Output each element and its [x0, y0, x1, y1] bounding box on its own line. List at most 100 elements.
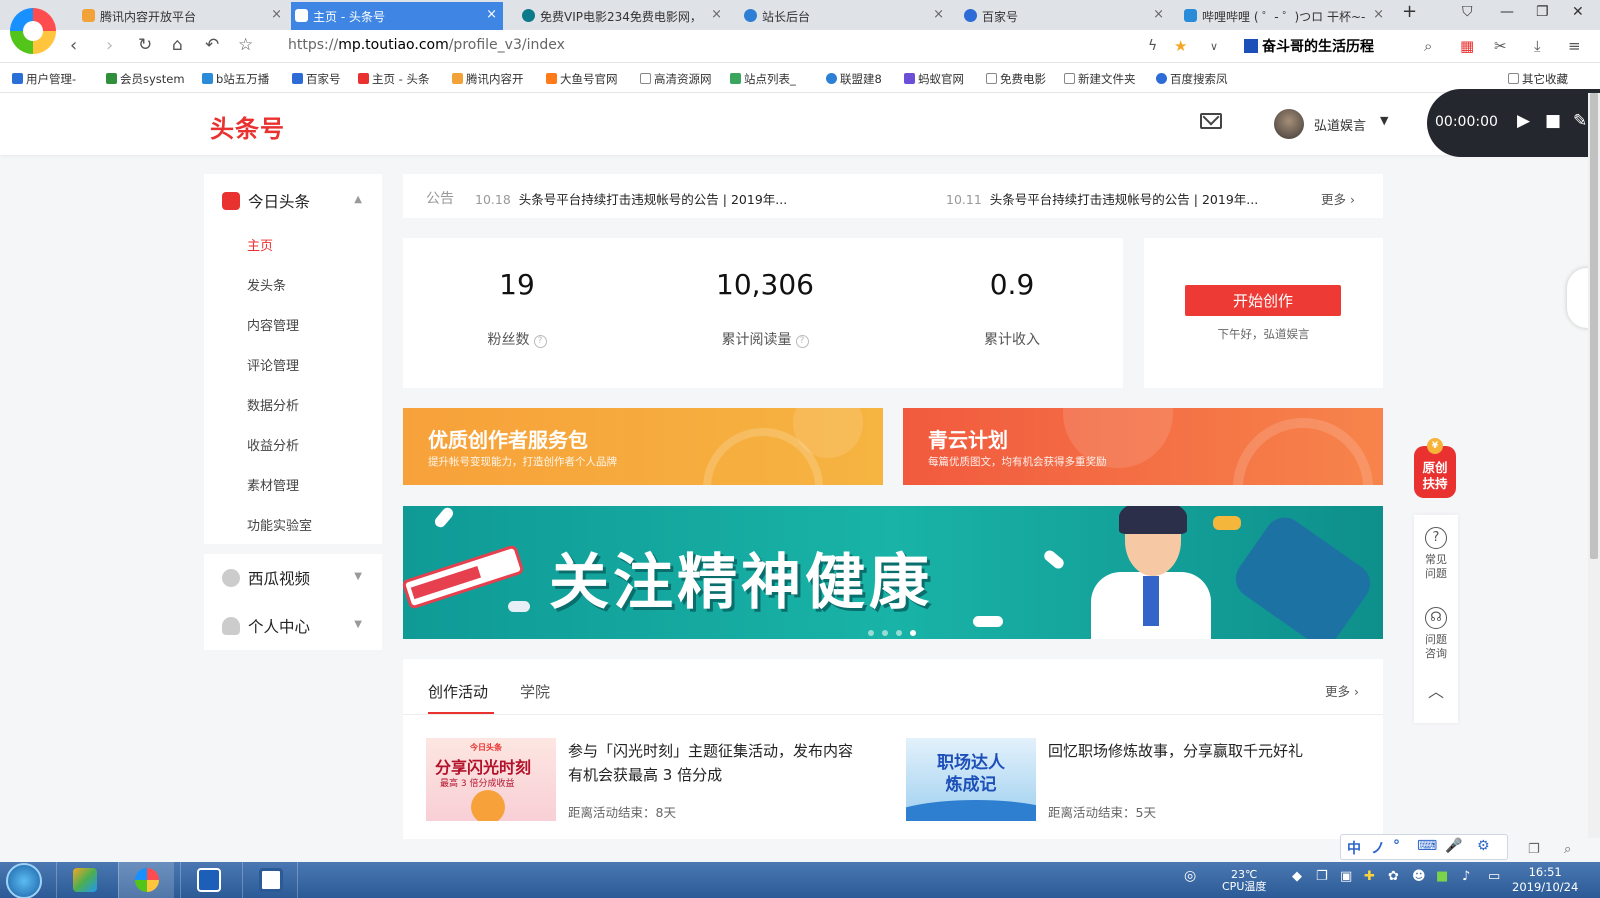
network-icon[interactable]: ◎: [1184, 869, 1196, 883]
sidebar-section-toutiao[interactable]: 今日头条: [222, 190, 310, 212]
download-icon[interactable]: ⤓: [1534, 37, 1541, 55]
bookmark-item[interactable]: b站五万播: [202, 71, 269, 87]
volume-icon[interactable]: ♪: [1462, 870, 1470, 883]
lightning-icon[interactable]: ϟ: [1148, 38, 1157, 54]
tray-app-icon[interactable]: ✚: [1364, 870, 1375, 883]
bookmark-item[interactable]: 联盟建8: [826, 71, 882, 87]
carousel-dot-active[interactable]: [910, 630, 916, 636]
chevron-down-icon[interactable]: ∨: [1210, 40, 1218, 53]
caret-down-icon[interactable]: ▼: [354, 619, 362, 630]
start-create-button[interactable]: 开始创作: [1185, 285, 1341, 316]
carousel-dot[interactable]: [882, 630, 888, 636]
restore-icon[interactable]: ❐: [1536, 4, 1549, 20]
activity-thumbnail[interactable]: 今日头条 分享闪光时刻 最高 3 倍分成收益: [426, 738, 556, 821]
nvidia-icon[interactable]: ■: [1436, 870, 1448, 883]
close-icon[interactable]: ×: [486, 7, 497, 22]
back-icon[interactable]: ‹: [70, 35, 77, 56]
close-icon[interactable]: ×: [711, 7, 722, 22]
url-field[interactable]: https://mp.toutiao.com/profile_v3/index: [288, 37, 565, 53]
settings-gear-icon[interactable]: ⚙: [1477, 838, 1490, 854]
tab-academy[interactable]: 学院: [520, 681, 550, 702]
tab-movie[interactable]: 免费VIP电影234免费电影网， ×: [518, 2, 728, 30]
tab-webmaster[interactable]: 站长后台 ×: [740, 2, 950, 30]
scissors-icon[interactable]: ✂: [1494, 37, 1507, 55]
ime-width-button[interactable]: °: [1393, 838, 1400, 854]
system-clock[interactable]: 16:51 2019/10/24: [1512, 865, 1578, 895]
activity-thumbnail[interactable]: 职场达人炼成记: [906, 738, 1036, 821]
qq-icon[interactable]: ☻: [1412, 870, 1426, 883]
sidebar-item-post[interactable]: 发头条: [247, 275, 286, 294]
caret-up-icon[interactable]: ▲: [354, 194, 362, 205]
sidebar-item-lab[interactable]: 功能实验室: [247, 515, 312, 534]
avatar[interactable]: [1274, 109, 1304, 139]
play-icon[interactable]: ▶: [1517, 111, 1530, 131]
sidebar-section-xigua[interactable]: 西瓜视频: [222, 567, 310, 589]
caret-down-icon[interactable]: ▼: [354, 571, 362, 582]
bookmark-item[interactable]: 大鱼号官网: [546, 71, 618, 87]
tray-app-icon[interactable]: ▣: [1340, 870, 1352, 883]
bookmark-item[interactable]: 高清资源网: [640, 71, 712, 87]
back-to-top-button[interactable]: ︿: [1414, 684, 1458, 700]
bookmark-item[interactable]: 会员system: [106, 71, 185, 87]
tray-app-icon[interactable]: ▭: [1488, 870, 1500, 883]
taskbar-app-recorder[interactable]: [180, 862, 236, 898]
menu-icon[interactable]: ≡: [1568, 37, 1581, 55]
sidebar-item-content[interactable]: 内容管理: [247, 315, 299, 334]
ime-mode-button[interactable]: 中: [1347, 838, 1361, 858]
scrollbar-thumb[interactable]: [1590, 93, 1598, 559]
help-icon[interactable]: ?: [533, 335, 547, 348]
taskbar-app-browser[interactable]: [118, 862, 174, 898]
close-icon[interactable]: ×: [1373, 7, 1384, 22]
carousel-dot[interactable]: [896, 630, 902, 636]
close-icon[interactable]: ×: [933, 7, 944, 22]
apps-grid-icon[interactable]: ▦: [1460, 37, 1474, 55]
skin-icon[interactable]: ⛉: [1462, 4, 1473, 20]
bookmark-item[interactable]: 免费电影: [986, 71, 1046, 87]
bookmark-other[interactable]: 其它收藏: [1508, 71, 1568, 87]
notice-item[interactable]: 10.18 头条号平台持续打击违规帐号的公告 | 2019年...: [475, 189, 787, 208]
forward-icon[interactable]: ›: [106, 35, 113, 56]
reload-icon[interactable]: ↻: [138, 35, 152, 55]
taskbar-app-word[interactable]: [242, 862, 298, 898]
bookmark-item[interactable]: 腾讯内容开: [452, 71, 524, 87]
promo-qingyun[interactable]: 青云计划 每篇优质图文，均有机会获得多重奖励: [903, 408, 1383, 485]
bookmark-item[interactable]: 站点列表_: [730, 71, 796, 87]
sidebar-item-comments[interactable]: 评论管理: [247, 355, 299, 374]
start-button[interactable]: [6, 863, 42, 898]
taskbar-app-explorer[interactable]: [56, 862, 112, 898]
keyboard-icon[interactable]: ⌨: [1417, 838, 1437, 854]
help-icon[interactable]: ?: [795, 335, 809, 348]
star-filled-icon[interactable]: ★: [1174, 37, 1187, 55]
notice-more-link[interactable]: 更多 ›: [1321, 189, 1355, 208]
activity-title[interactable]: 回忆职场修炼故事，分享赢取千元好礼: [1048, 739, 1338, 763]
stop-icon[interactable]: ■: [1545, 111, 1561, 131]
profile-button[interactable]: 奋斗哥的生活历程: [1244, 36, 1374, 56]
bookmark-item[interactable]: 新建文件夹: [1064, 71, 1136, 87]
user-name[interactable]: 弘道娱言: [1314, 115, 1366, 134]
tray-app-icon[interactable]: ✿: [1388, 870, 1399, 883]
scrollbar[interactable]: [1588, 93, 1600, 838]
tab-baijiahao[interactable]: 百家号 ×: [960, 2, 1170, 30]
tab-toutiao[interactable]: 主页 - 头条号 ×: [291, 2, 503, 30]
promo-service-pack[interactable]: 优质创作者服务包 提升帐号变现能力，打造创作者个人品牌: [403, 408, 883, 485]
pen-icon[interactable]: ✎: [1573, 111, 1587, 131]
bookmark-item[interactable]: 百度搜索凤: [1156, 71, 1228, 87]
bookmark-item[interactable]: 蚂蚁官网: [904, 71, 964, 87]
bookmark-item[interactable]: 主页 - 头条: [358, 71, 429, 87]
close-icon[interactable]: ×: [1153, 7, 1164, 22]
site-logo[interactable]: 头条号: [210, 109, 285, 144]
tray-app-icon[interactable]: ◆: [1292, 870, 1302, 883]
zoom-icon[interactable]: ⌕: [1564, 842, 1571, 857]
window-icon[interactable]: ❐: [1528, 842, 1540, 857]
close-icon[interactable]: ×: [271, 7, 282, 22]
minimize-icon[interactable]: —: [1500, 4, 1514, 20]
bookmark-item[interactable]: 百家号: [292, 71, 341, 87]
tab-bilibili[interactable]: 哔哩哔哩 ( ゜- ゜)つロ 干杯~- ×: [1180, 2, 1390, 30]
caret-down-icon[interactable]: ▼: [1380, 114, 1388, 127]
sidebar-section-personal[interactable]: 个人中心: [222, 615, 310, 637]
sidebar-item-home[interactable]: 主页: [247, 235, 273, 254]
browser-logo[interactable]: [10, 8, 56, 54]
sidebar-item-revenue[interactable]: 收益分析: [247, 435, 299, 454]
faq-button[interactable]: ? 常见问题: [1414, 527, 1458, 581]
activity-title[interactable]: 参与「闪光时刻」主题征集活动，发布内容有机会获最高 3 倍分成: [568, 739, 858, 787]
